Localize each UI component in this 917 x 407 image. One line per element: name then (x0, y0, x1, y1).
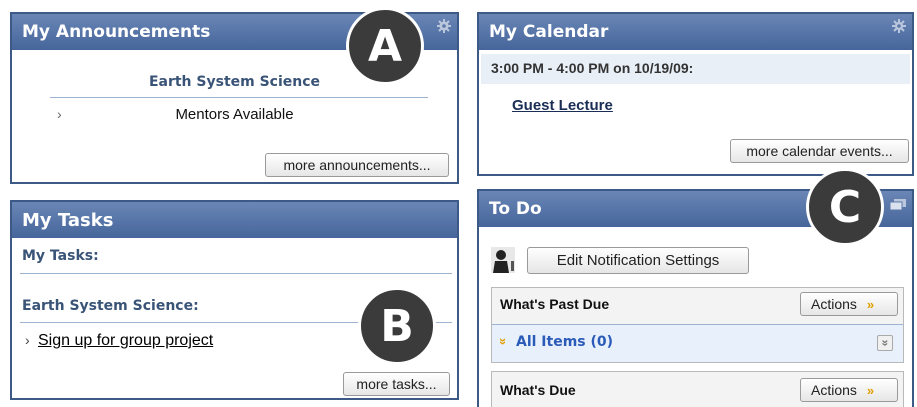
callout-a: A (346, 7, 424, 85)
more-tasks-button[interactable]: more tasks... (343, 372, 450, 396)
callout-c: C (806, 168, 884, 246)
divider (20, 273, 452, 274)
actions-label: Actions (811, 296, 857, 312)
tasks-course-heading: Earth System Science: (22, 298, 199, 314)
double-chevron-down-icon: » (866, 296, 875, 312)
double-chevron-down-icon: » (866, 382, 875, 398)
calendar-module: My Calendar 3:00 PM - 4:00 PM on 10/19/0… (477, 12, 914, 176)
todo-title: To Do (489, 199, 542, 219)
callout-b: B (358, 287, 436, 365)
past-due-section: What's Past Due Actions » » All Items (0… (491, 287, 904, 363)
due-title: What's Due (500, 382, 576, 398)
all-items-label: All Items (0) (516, 334, 614, 350)
double-chevron-down-icon: » (878, 339, 892, 347)
calendar-header: My Calendar (479, 14, 912, 50)
collapse-button[interactable]: » (877, 335, 893, 351)
double-chevron-down-icon: » (496, 337, 512, 346)
more-announcements-button[interactable]: more announcements... (265, 153, 449, 177)
detach-icon[interactable] (890, 199, 906, 210)
calendar-event-link[interactable]: Guest Lecture (512, 97, 613, 114)
edit-notification-settings-button[interactable]: Edit Notification Settings (527, 247, 749, 274)
person-avatar (491, 247, 515, 273)
list-bullet-icon: › (25, 332, 30, 348)
announcement-item[interactable]: Mentors Available (12, 106, 457, 123)
all-items-row[interactable]: » All Items (0) » (492, 324, 903, 362)
task-link[interactable]: Sign up for group project (38, 332, 213, 350)
gear-icon[interactable] (437, 19, 451, 33)
due-section: What's Due Actions » (491, 371, 904, 407)
calendar-event-time: 3:00 PM - 4:00 PM on 10/19/09: (491, 60, 694, 76)
tasks-title: My Tasks (22, 209, 114, 231)
gear-icon[interactable] (892, 19, 906, 33)
calendar-title: My Calendar (489, 22, 609, 42)
due-actions-button[interactable]: Actions » (800, 378, 898, 402)
tasks-header: My Tasks (12, 202, 457, 238)
past-due-title: What's Past Due (500, 296, 610, 312)
divider (50, 97, 428, 98)
tasks-subtitle: My Tasks: (22, 248, 99, 264)
more-calendar-events-button[interactable]: more calendar events... (730, 139, 909, 163)
announcements-title: My Announcements (22, 22, 211, 42)
actions-label: Actions (811, 382, 857, 398)
past-due-actions-button[interactable]: Actions » (800, 292, 898, 316)
